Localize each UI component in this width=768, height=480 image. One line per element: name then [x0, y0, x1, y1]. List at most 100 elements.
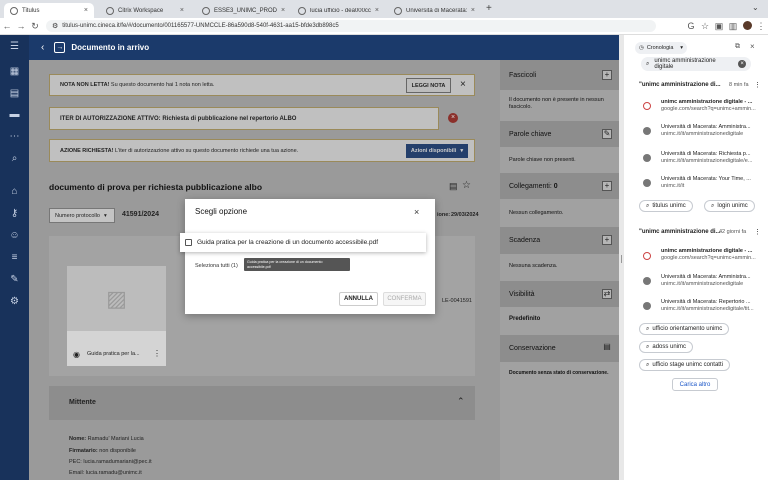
add-icon[interactable]: + — [602, 181, 612, 191]
conservazione-header[interactable]: Conservazione ▤ — [500, 335, 619, 362]
tab-lucia-ufficio[interactable]: lucia ufficio - dea000cca140re × — [292, 3, 385, 18]
cancel-button[interactable]: ANNULLA — [339, 292, 378, 306]
dashboard-icon[interactable]: ▦ — [8, 65, 21, 78]
tab-esse3[interactable]: ESSE3_UNIMC_PROD × — [196, 3, 289, 18]
mittente-section-header[interactable]: Mittente ⌃ — [49, 386, 475, 420]
close-tab-icon[interactable]: × — [281, 7, 285, 14]
option-row[interactable]: Guida pratica per la creazione di un doc… — [180, 233, 426, 252]
related-search-chip[interactable]: ⌕ login unimc — [704, 200, 755, 212]
bookmark-star-icon[interactable]: ☆ — [698, 21, 712, 32]
extensions-icon[interactable]: ▣ — [712, 21, 726, 32]
mittente-pec: PEC: lucia.ramadumariani@pec.it — [69, 459, 152, 465]
google-lens-icon[interactable]: G — [684, 21, 698, 31]
add-icon[interactable]: + — [602, 235, 612, 245]
option-checkbox[interactable] — [185, 239, 192, 246]
image-placeholder-icon: ▨ — [106, 285, 127, 311]
visibilita-header[interactable]: Visibilità ⇄ — [500, 281, 619, 307]
history-clock-icon: ◷ — [639, 45, 644, 51]
address-bar[interactable]: ⚙ titulus-unimc.cineca.it/fe/#/documento… — [46, 20, 656, 32]
select-all-label[interactable]: Seleziona tutti (1) — [195, 263, 238, 269]
folder-icon[interactable]: ▬ — [8, 108, 21, 121]
file-icon — [298, 6, 306, 15]
site-icon — [643, 277, 651, 285]
history-item[interactable]: Università di Macerata: Your Time, ... u… — [661, 176, 765, 190]
reload-icon[interactable]: ↻ — [28, 21, 42, 32]
chevron-up-icon[interactable]: ⌃ — [457, 396, 465, 407]
history-item[interactable]: Università di Macerata: Richiesta p... u… — [661, 151, 765, 165]
related-search-chip[interactable]: ⌕ ufficio orientamento unimc — [639, 323, 730, 335]
choose-option-dialog: Scegli opzione × Guida pratica per la cr… — [180, 199, 435, 314]
list-icon[interactable]: ≡ — [8, 251, 21, 264]
users-icon[interactable]: ☺ — [8, 229, 21, 242]
open-in-new-icon[interactable]: ⧉ — [735, 43, 740, 51]
parole-chiave-header[interactable]: Parole chiave ✎ — [500, 121, 619, 147]
related-search-chip[interactable]: ⌕ ufficio stage unimc contatti — [639, 359, 730, 371]
collegamenti-header[interactable]: Collegamenti: 0 + — [500, 173, 619, 199]
available-actions-button[interactable]: Azioni disponibili ▾ — [406, 144, 468, 158]
tab-citrix[interactable]: Citrix Workspace × — [100, 3, 190, 18]
history-item[interactable]: Università di Macerata: Repertorio ... u… — [661, 299, 765, 313]
history-item[interactable]: Università di Macerata: Amministra... un… — [661, 274, 765, 288]
close-tab-icon[interactable]: × — [375, 7, 379, 14]
close-dialog-icon[interactable]: × — [414, 207, 419, 217]
unread-label: NOTA NON LETTA! — [60, 82, 110, 88]
history-item[interactable]: unimc amministrazione digitale - ... goo… — [661, 248, 765, 262]
menu-icon[interactable]: ☰ — [8, 40, 21, 53]
tab-search-icon[interactable]: ⌄ — [752, 3, 759, 12]
document-icon[interactable]: ▤ — [602, 343, 612, 353]
clear-search-icon[interactable]: × — [738, 60, 746, 68]
new-tab-icon[interactable]: + — [486, 3, 492, 14]
tools-icon[interactable]: ✎ — [8, 273, 21, 286]
more-dots-icon[interactable]: ⋯ — [8, 130, 21, 143]
more-vert-icon[interactable]: ⋮ — [153, 349, 161, 358]
mittente-body: Nome: Ramadu' Mariani Lucia Firmatario: … — [49, 420, 475, 480]
document-print-icon[interactable]: ▤ — [449, 181, 458, 192]
more-vert-icon[interactable]: ⋮ — [754, 81, 761, 89]
attachment-card[interactable]: ▨ ◉ Guida pratica per la... ⋮ — [67, 266, 166, 366]
close-panel-icon[interactable]: × — [750, 42, 755, 51]
history-item[interactable]: unimc amministrazione digitale - ... goo… — [661, 99, 765, 113]
close-tab-icon[interactable]: × — [180, 7, 184, 14]
fascicoli-header[interactable]: Fascicoli + — [500, 60, 619, 90]
eye-icon[interactable]: ◉ — [73, 350, 80, 359]
protocol-dropdown[interactable]: Numero protocollo ▾ — [49, 208, 115, 223]
close-tab-icon[interactable]: × — [471, 7, 475, 14]
search-icon[interactable]: ⌕ — [8, 152, 21, 165]
close-tab-icon[interactable]: × — [84, 7, 88, 14]
attachment-thumbnail: ▨ — [67, 266, 166, 331]
cancel-circle-icon[interactable]: × — [448, 113, 458, 123]
avatar[interactable] — [740, 20, 754, 32]
back-icon[interactable]: ← — [0, 21, 14, 31]
back-arrow-icon[interactable]: ‹ — [41, 42, 44, 53]
history-search-input[interactable]: ⌕ unimc amministrazione digitale × — [641, 57, 751, 71]
app-sidebar: ☰ ▦ ▤ ▬ ⋯ ⌕ ⌂ ⚷ ☺ ≡ ✎ ⚙ — [0, 35, 29, 480]
panel-selector[interactable]: ◷ Cronologia ▾ — [635, 42, 687, 54]
edit-pencil-icon[interactable]: ✎ — [602, 129, 612, 139]
search-icon: ⌕ — [646, 361, 650, 368]
tab-titulus[interactable]: Titulus × — [4, 3, 94, 18]
protocol-number: 41591/2024 — [122, 211, 159, 218]
history-item[interactable]: Università di Macerata: Amministra... un… — [661, 124, 765, 138]
globe-icon — [106, 6, 114, 15]
bank-icon[interactable]: ⌂ — [8, 185, 21, 198]
related-search-chip[interactable]: ⌕ titulus unimc — [639, 200, 693, 212]
more-vert-icon[interactable]: ⋮ — [754, 228, 761, 236]
collegamenti-text: Nessun collegamento. — [509, 210, 564, 216]
read-note-button[interactable]: LEGGI NOTA — [406, 78, 451, 93]
related-search-chip[interactable]: ⌕ adoss unimc — [639, 341, 694, 353]
forward-icon[interactable]: → — [14, 21, 28, 31]
swap-icon[interactable]: ⇄ — [602, 289, 612, 299]
key-icon[interactable]: ⚷ — [8, 207, 21, 220]
confirm-button[interactable]: CONFERMA — [383, 292, 426, 306]
side-panel-icon[interactable]: ▥ — [726, 21, 740, 32]
tab-unimc[interactable]: Università di Macerata: Richies × — [388, 3, 481, 18]
scadenza-header[interactable]: Scadenza + — [500, 227, 619, 254]
menu-dots-icon[interactable]: ⋮ — [754, 21, 768, 32]
document-icon[interactable]: ▤ — [8, 87, 21, 100]
add-icon[interactable]: + — [602, 70, 612, 80]
settings-gear-icon[interactable]: ⚙ — [8, 295, 21, 308]
favorite-star-icon[interactable]: ☆ — [462, 180, 471, 191]
load-more-button[interactable]: Carica altro — [672, 378, 718, 391]
site-info-icon[interactable]: ⚙ — [52, 22, 58, 30]
close-icon[interactable]: × — [460, 79, 466, 90]
